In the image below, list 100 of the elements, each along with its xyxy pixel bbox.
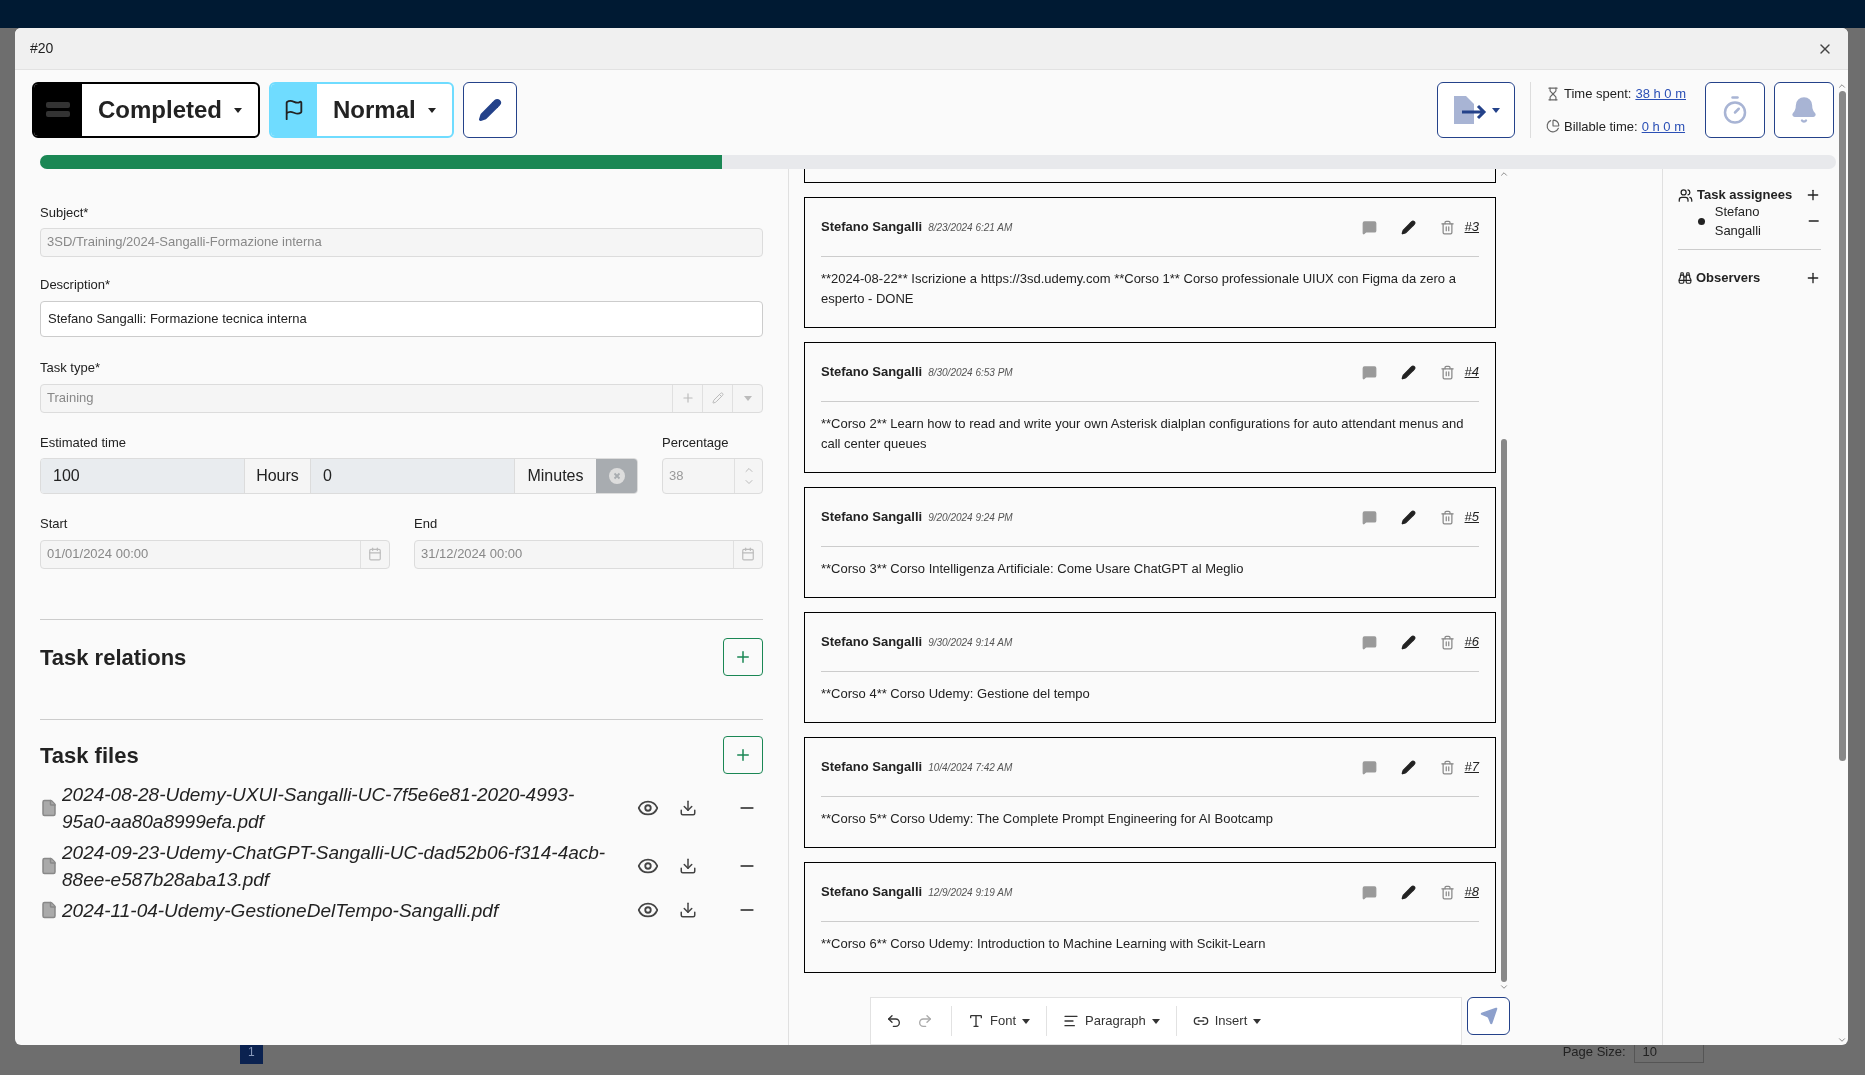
delete-icon[interactable] [1439, 509, 1455, 525]
font-menu[interactable]: Font [960, 1011, 1038, 1031]
edit-icon[interactable] [1400, 364, 1416, 380]
file-name[interactable]: 2024-09-23-Udemy-ChatGPT-Sangalli-UC-dad52b06-f314-4acb-88ee-e587b28aba13.pdf [62, 838, 622, 893]
file-name[interactable]: 2024-11-04-Udemy-GestioneDelTempo-Sangalli.pdf [62, 896, 622, 924]
download-icon[interactable] [679, 856, 697, 875]
binoculars-icon [1678, 270, 1692, 285]
file-icon [40, 901, 58, 919]
caret-icon [743, 395, 752, 401]
edit-icon[interactable] [1400, 219, 1416, 235]
billable-time-label: Billable time: [1563, 117, 1638, 136]
description-field[interactable]: Stefano Sangalli: Formazione tecnica interna [40, 301, 763, 337]
comment-number-link[interactable]: #3 [1464, 217, 1479, 237]
comment-time: 8/30/2024 6:53 PM [928, 365, 1013, 380]
download-icon[interactable] [679, 798, 697, 817]
field-label: Percentage [662, 433, 730, 452]
comment-time: 8/23/2024 6:21 AM [928, 220, 1013, 235]
field-label: Start [40, 515, 69, 533]
notifications-button[interactable] [1774, 82, 1834, 138]
assignees-title: Task assignees [1697, 186, 1793, 205]
comment-time: 12/9/2024 9:19 AM [928, 885, 1013, 900]
paragraph-menu[interactable]: Paragraph [1055, 1011, 1168, 1031]
paragraph-icon [1063, 1013, 1079, 1029]
comment-text: **Corso 3** Corso Intelligenza Artificiale: Come Usare ChatGPT al Meglio [821, 560, 1245, 578]
edit-icon[interactable] [1400, 884, 1416, 900]
edit-icon[interactable] [1400, 759, 1416, 775]
caret-icon [1253, 1018, 1262, 1024]
file-name[interactable]: 2024-08-28-Udemy-UXUI-Sangalli-UC-7f5e6e81-2020-4993-95a0-aa80a8999efa.pdf [62, 780, 622, 835]
add-button[interactable] [723, 736, 763, 774]
download-icon[interactable] [679, 901, 697, 919]
comment-number-link[interactable]: #5 [1464, 507, 1479, 527]
window-title: #20 [30, 39, 54, 58]
reply-icon[interactable] [1361, 884, 1377, 900]
comment-text: **Corso 6** Corso Udemy: Introduction to Machine Learning with Scikit-Learn [821, 935, 1267, 953]
section-title: Task files [40, 741, 139, 770]
delete-icon[interactable] [1439, 884, 1455, 900]
edit-icon[interactable] [1400, 509, 1416, 525]
comment-number-link[interactable]: #8 [1464, 882, 1479, 902]
comment-author: Stefano Sangalli [821, 363, 923, 382]
scrollbar[interactable] [1498, 169, 1510, 992]
bullet-icon [1698, 217, 1705, 225]
field-label: Estimated time [40, 433, 127, 452]
caret-icon [1491, 107, 1500, 113]
comment-number-link[interactable]: #7 [1464, 757, 1479, 777]
billable-time-link[interactable]: 0 h 0 m [1641, 116, 1686, 136]
delete-icon[interactable] [1439, 219, 1455, 235]
calendar-icon [368, 547, 382, 561]
comment-number-link[interactable]: #6 [1464, 632, 1479, 652]
scroll-down-icon[interactable] [1499, 982, 1509, 992]
field-label: End [414, 515, 439, 533]
comment-text: **Corso 2** Learn how to read and write your own Asterisk dialplan configurations for auto attendant menus and call center queues [821, 415, 1465, 453]
reply-icon[interactable] [1361, 364, 1377, 380]
reply-icon[interactable] [1361, 634, 1377, 650]
comment-time: 9/20/2024 9:24 PM [928, 510, 1013, 525]
field-label: Subject* [40, 204, 90, 222]
edit-button[interactable] [462, 82, 517, 138]
comment-time: 10/4/2024 7:42 AM [928, 760, 1013, 775]
edit-icon[interactable] [1400, 634, 1416, 650]
send-icon [1479, 1007, 1498, 1025]
redo-icon[interactable] [917, 1013, 933, 1029]
dialog-scrollbar[interactable] [1836, 81, 1848, 1045]
reply-icon[interactable] [1361, 219, 1377, 235]
field-label: Description* [40, 275, 112, 294]
comment-text: **Corso 5** Corso Udemy: The Complete Prompt Engineering for AI Bootcamp [821, 810, 1275, 828]
delete-icon[interactable] [1439, 759, 1455, 775]
scroll-up-icon[interactable] [1837, 81, 1847, 91]
time-spent-link[interactable]: 38 h 0 m [1635, 84, 1686, 104]
comment-author: Stefano Sangalli [821, 883, 923, 902]
pencil-icon [477, 98, 502, 122]
status-icon [46, 102, 70, 118]
export-button[interactable] [1436, 82, 1515, 138]
file-icon [40, 856, 58, 875]
section-title: Task relations [40, 643, 187, 672]
plus-icon [734, 746, 752, 764]
delete-icon[interactable] [1439, 634, 1455, 650]
reply-icon[interactable] [1361, 759, 1377, 775]
status-dropdown[interactable]: Completed [32, 82, 260, 138]
insert-menu[interactable]: Insert [1184, 1011, 1270, 1031]
timer-button[interactable] [1705, 82, 1765, 138]
comment-author: Stefano Sangalli [821, 508, 923, 527]
add-button[interactable] [723, 638, 763, 676]
time-spent-label: Time spent: [1563, 85, 1632, 103]
field-label: Task type* [40, 359, 101, 377]
comment-author: Stefano Sangalli [821, 218, 923, 237]
comment-number-link[interactable]: #4 [1464, 362, 1479, 382]
scroll-down-icon[interactable] [1837, 1035, 1847, 1045]
undo-icon[interactable] [886, 1013, 902, 1029]
add-assignee-icon[interactable] [1805, 187, 1821, 203]
caret-icon [427, 107, 436, 113]
flag-icon [283, 99, 305, 121]
comment-text: **Corso 4** Corso Udemy: Gestione del tempo [821, 685, 1091, 703]
send-button[interactable] [1467, 997, 1510, 1035]
caret-icon [1151, 1018, 1160, 1024]
delete-icon[interactable] [1439, 364, 1455, 380]
priority-dropdown[interactable]: Normal [269, 82, 454, 138]
reply-icon[interactable] [1361, 509, 1377, 525]
scroll-up-icon[interactable] [1499, 169, 1509, 179]
comment-author: Stefano Sangalli [821, 758, 923, 777]
file-icon [40, 798, 58, 817]
plus-icon [734, 648, 752, 666]
